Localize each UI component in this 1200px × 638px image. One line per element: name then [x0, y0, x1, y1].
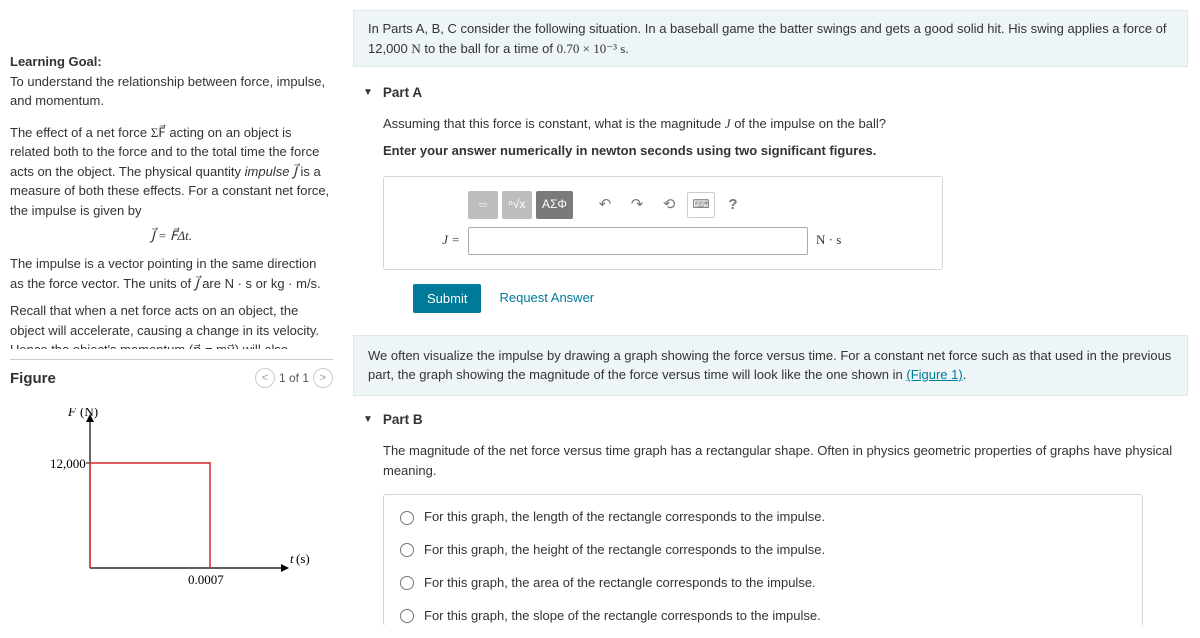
input-toolbar: ▭ ⁿ√x ΑΣΦ ↶ ↷ ⟲ ⌨ ? [468, 191, 926, 219]
theory-para-3: Recall that when a net force acts on an … [10, 301, 333, 349]
radio-input[interactable] [400, 511, 414, 525]
submit-button[interactable]: Submit [413, 284, 481, 313]
part-a-body: Assuming that this force is constant, wh… [383, 114, 1188, 313]
answer-units: N · s [816, 230, 841, 251]
learning-goal-label: Learning Goal: [10, 52, 333, 72]
radio-input[interactable] [400, 543, 414, 557]
option-height[interactable]: For this graph, the height of the rectan… [400, 540, 1126, 561]
redo-icon[interactable]: ↷ [623, 192, 651, 218]
option-slope[interactable]: For this graph, the slope of the rectang… [400, 606, 1126, 627]
y-tick-label: 12,000 [50, 456, 86, 471]
impulse-equation: J⃗ = F⃗Δt. [10, 228, 333, 244]
reset-icon[interactable]: ⟲ [655, 192, 683, 218]
theory-para-1: The effect of a net force ΣF⃗ acting on … [10, 123, 333, 221]
figure-nav: < 1 of 1 > [255, 368, 333, 388]
scenario-intro: In Parts A, B, C consider the following … [353, 10, 1188, 67]
option-length[interactable]: For this graph, the length of the rectan… [400, 507, 1126, 528]
svg-text:(s): (s) [296, 551, 310, 566]
radio-input[interactable] [400, 609, 414, 623]
radio-input[interactable] [400, 576, 414, 590]
part-b-header[interactable]: ▼ Part B [363, 412, 1188, 427]
main-content: In Parts A, B, C consider the following … [345, 0, 1200, 638]
learning-goal-text: To understand the relationship between f… [10, 74, 325, 109]
figure-header: Figure < 1 of 1 > [10, 359, 333, 388]
figure-label: Figure [10, 370, 56, 387]
answer-lhs: J = [400, 230, 460, 251]
part-b-question: The magnitude of the net force versus ti… [383, 441, 1188, 483]
option-area[interactable]: For this graph, the area of the rectangl… [400, 573, 1126, 594]
help-icon[interactable]: ? [719, 192, 747, 218]
answer-input-row: J = N · s [400, 227, 926, 255]
part-a-question: Assuming that this force is constant, wh… [383, 114, 1188, 135]
template-button[interactable]: ▭ [468, 191, 498, 219]
svg-text:t: t [290, 551, 294, 566]
figure-prev-button[interactable]: < [255, 368, 275, 388]
collapse-icon: ▼ [363, 87, 373, 98]
theory-para-2: The impulse is a vector pointing in the … [10, 254, 333, 293]
svg-text:(N): (N) [80, 408, 98, 419]
option-label: For this graph, the height of the rectan… [424, 540, 825, 561]
learning-goal: Learning Goal: To understand the relatio… [10, 52, 333, 111]
option-label: For this graph, the length of the rectan… [424, 507, 825, 528]
figure-chart: F (N) 12,000 t (s) 0.0007 [10, 388, 333, 598]
figure-counter: 1 of 1 [279, 371, 309, 385]
part-b-label: Part B [383, 412, 423, 427]
x-tick-label: 0.0007 [188, 572, 224, 587]
option-label: For this graph, the slope of the rectang… [424, 606, 821, 627]
sqrt-button[interactable]: ⁿ√x [502, 191, 532, 219]
part-b-options: For this graph, the length of the rectan… [383, 494, 1143, 626]
svg-text:F: F [67, 408, 77, 419]
figure-next-button[interactable]: > [313, 368, 333, 388]
greek-button[interactable]: ΑΣΦ [536, 191, 573, 219]
keyboard-icon[interactable]: ⌨ [687, 192, 715, 218]
figure-1-link[interactable]: (Figure 1) [906, 367, 962, 382]
request-answer-link[interactable]: Request Answer [499, 288, 594, 309]
left-panel: Learning Goal: To understand the relatio… [0, 0, 345, 638]
collapse-icon: ▼ [363, 414, 373, 425]
part-b-body: The magnitude of the net force versus ti… [383, 441, 1188, 627]
answer-box: ▭ ⁿ√x ΑΣΦ ↶ ↷ ⟲ ⌨ ? J = N · s [383, 176, 943, 270]
part-a-instruction: Enter your answer numerically in newton … [383, 141, 1188, 162]
option-label: For this graph, the area of the rectangl… [424, 573, 816, 594]
visualization-callout: We often visualize the impulse by drawin… [353, 335, 1188, 396]
part-a-label: Part A [383, 85, 422, 100]
answer-input[interactable] [468, 227, 808, 255]
part-a-header[interactable]: ▼ Part A [363, 85, 1188, 100]
submit-row: Submit Request Answer [413, 284, 1188, 313]
undo-icon[interactable]: ↶ [591, 192, 619, 218]
